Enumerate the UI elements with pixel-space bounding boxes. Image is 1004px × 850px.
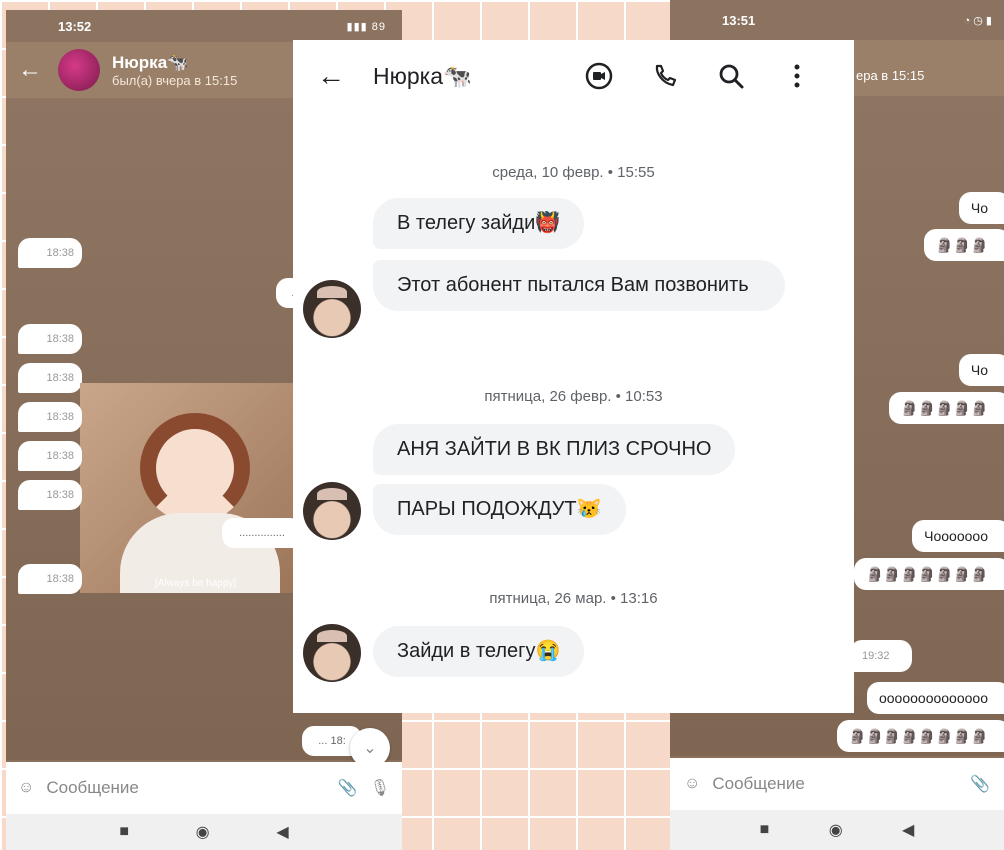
- message-bubble[interactable]: 🗿🗿🗿🗿🗿: [888, 392, 1004, 424]
- status-time: 13:52: [58, 18, 92, 34]
- message-bubble[interactable]: Чо: [958, 192, 1004, 224]
- message-input[interactable]: Сообщение: [46, 778, 325, 798]
- conversation-header: ← Нюрка🐄: [293, 40, 854, 112]
- more-options-icon[interactable]: [764, 61, 830, 91]
- message-input-bar[interactable]: ☺ Сообщение 📎: [670, 758, 1004, 810]
- message-bubble[interactable]: В телегу зайди👹: [373, 198, 585, 249]
- message-bubble[interactable]: 18:38: [18, 402, 82, 432]
- back-icon[interactable]: ◀: [276, 822, 288, 842]
- message-bubble[interactable]: АНЯ ЗАЙТИ В ВК ПЛИЗ СРОЧНО: [373, 424, 736, 475]
- contact-name: Нюрка🐄: [373, 62, 472, 89]
- status-icons: ◔ ◷ ▮: [963, 14, 992, 27]
- message-input[interactable]: Сообщение: [712, 774, 958, 794]
- attach-icon[interactable]: 📎: [970, 774, 990, 794]
- message-bubble[interactable]: 🗿🗿🗿🗿🗿🗿🗿: [853, 558, 1004, 590]
- message-bubble[interactable]: 18:38: [18, 324, 82, 354]
- message-bubble[interactable]: 🗿🗿🗿: [923, 229, 1004, 261]
- contact-status: был(а) вчера в 15:15: [112, 72, 238, 88]
- message-bubble[interactable]: 18:38: [18, 238, 82, 268]
- system-navbar: ■ ◉ ◀: [670, 810, 1004, 850]
- contact-avatar[interactable]: [303, 624, 361, 682]
- message-input-bar[interactable]: ☺ Сообщение 📎 🎙: [6, 762, 402, 814]
- back-arrow-icon[interactable]: ←: [317, 60, 373, 92]
- status-bar: 13:51 ◔ ◷ ▮: [670, 0, 1004, 40]
- avatar[interactable]: [58, 49, 100, 91]
- message-bubble[interactable]: Зайди в телегу😭: [373, 626, 585, 677]
- recents-icon[interactable]: ■: [119, 823, 129, 841]
- message-bubble[interactable]: 18:38: [18, 363, 82, 393]
- message-bubble[interactable]: 18:38: [18, 480, 82, 510]
- microphone-icon[interactable]: 🎙: [370, 778, 390, 798]
- emoji-icon[interactable]: ☺: [18, 779, 34, 797]
- date-separator: среда, 10 февр. • 15:55: [492, 164, 655, 181]
- home-icon[interactable]: ◉: [829, 820, 843, 840]
- phone-icon[interactable]: [632, 61, 698, 91]
- message-bubble[interactable]: 18:38: [18, 564, 82, 594]
- date-separator: пятница, 26 мар. • 13:16: [489, 590, 658, 607]
- emoji-icon[interactable]: ☺: [684, 775, 700, 793]
- system-navbar: ■ ◉ ◀: [6, 814, 402, 850]
- contact-avatar[interactable]: [303, 482, 361, 540]
- message-bubble[interactable]: Чоооoooo: [912, 520, 1004, 552]
- message-bubble[interactable]: 🗿🗿🗿🗿🗿🗿🗿🗿: [836, 720, 1004, 752]
- message-bubble[interactable]: ПАРЫ ПОДОЖДУТ😿: [373, 484, 626, 535]
- contact-name: Нюрка🐄: [112, 52, 189, 72]
- message-bubble[interactable]: Чо: [958, 354, 1004, 386]
- status-time: 13:51: [722, 12, 756, 28]
- video-call-icon[interactable]: [566, 61, 632, 91]
- battery-indicator: ▮▮▮ 89: [346, 20, 386, 33]
- back-arrow-icon[interactable]: ←: [18, 56, 58, 84]
- date-separator: пятница, 26 февр. • 10:53: [484, 388, 663, 405]
- message-bubble[interactable]: ...............: [222, 518, 302, 548]
- message-bubble[interactable]: 18:38: [18, 441, 82, 471]
- recents-icon[interactable]: ■: [760, 821, 770, 839]
- status-bar: 13:52 ▮▮▮ 89: [6, 10, 402, 42]
- search-icon[interactable]: [698, 61, 764, 91]
- messages-screenshot: ← Нюрка🐄 среда, 10 февр. • 15:55 В телег…: [293, 40, 854, 713]
- contact-status: ера в 15:15: [850, 40, 1004, 96]
- contact-avatar[interactable]: [303, 280, 361, 338]
- home-icon[interactable]: ◉: [196, 822, 210, 842]
- message-bubble[interactable]: Этот абонент пытался Вам позвонить: [373, 260, 785, 311]
- message-bubble[interactable]: 19:32: [850, 640, 912, 672]
- attach-icon[interactable]: 📎: [338, 778, 358, 798]
- back-icon[interactable]: ◀: [902, 820, 914, 840]
- message-bubble[interactable]: оооооооооооооо: [866, 682, 1004, 714]
- image-caption: [Always be happy]: [155, 578, 237, 589]
- anime-sticker-image[interactable]: [Always be happy]: [80, 383, 310, 593]
